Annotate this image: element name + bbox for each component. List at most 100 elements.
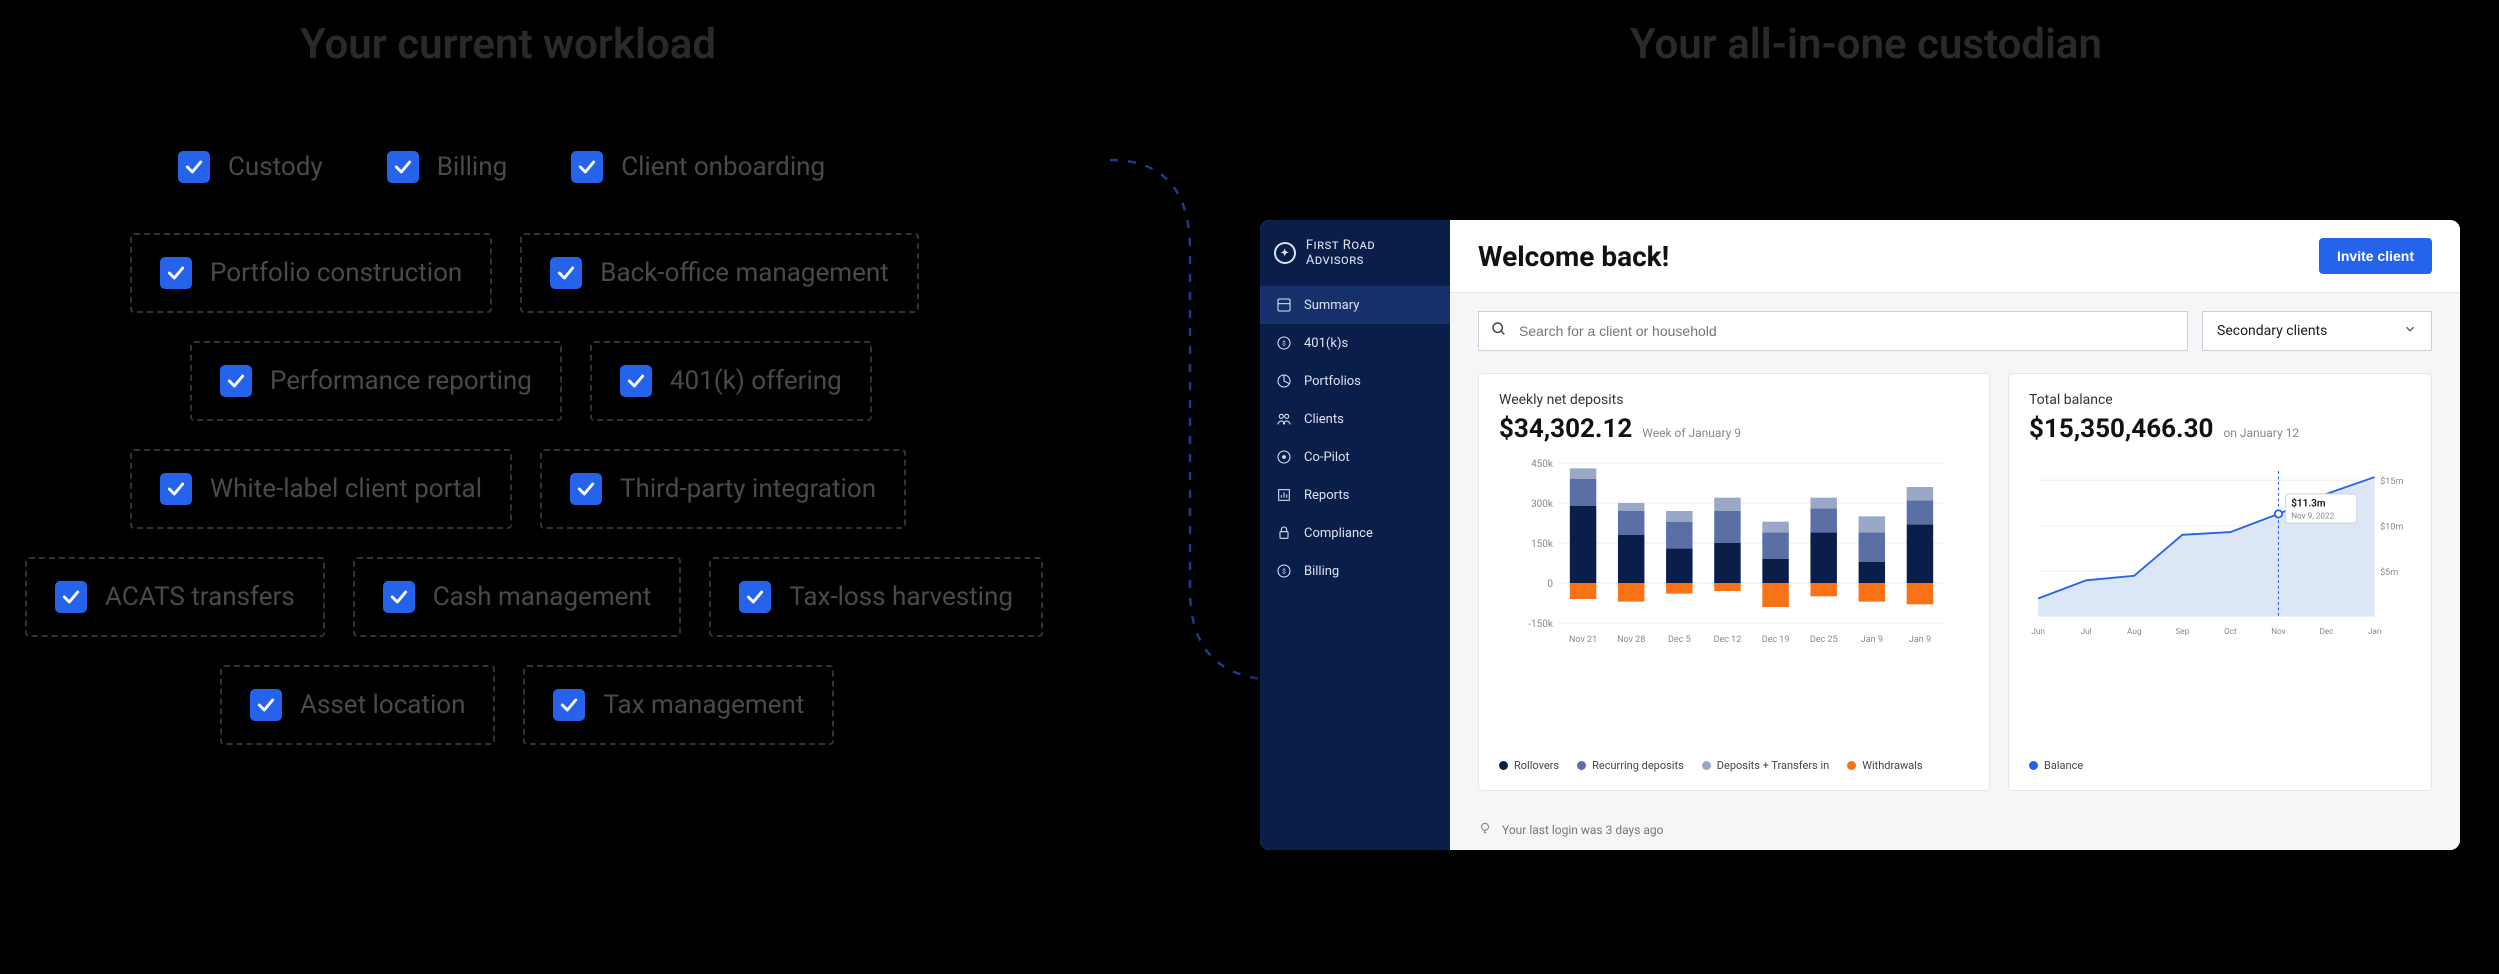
legend-item: Rollovers <box>1499 759 1559 772</box>
legend-item: Withdrawals <box>1847 759 1922 772</box>
sidebar-item-copilot[interactable]: Co-Pilot <box>1260 438 1450 476</box>
svg-text:Dec 19: Dec 19 <box>1762 635 1790 645</box>
copilot-icon <box>1276 449 1292 465</box>
checkbox-icon <box>550 257 582 289</box>
search-input[interactable] <box>1517 322 2175 340</box>
svg-text:$: $ <box>1282 568 1286 576</box>
billing-icon: $ <box>1276 563 1292 579</box>
svg-text:0: 0 <box>1547 579 1553 590</box>
sidebar-item-clients[interactable]: Clients <box>1260 400 1450 438</box>
workload-tag-label: Asset location <box>300 690 465 720</box>
workload-tag: Client onboarding <box>553 129 843 205</box>
dashboard-sidebar: ✦ First Road Advisors Summary $401(k)s Por… <box>1260 220 1450 850</box>
checkbox-icon <box>178 151 210 183</box>
workload-tag: Asset location <box>220 665 495 745</box>
svg-text:Nov 28: Nov 28 <box>1617 635 1645 645</box>
svg-text:Aug: Aug <box>2127 626 2142 636</box>
workload-tag: Back-office management <box>520 233 918 313</box>
balance-line-chart: $15m$10m$5mJunJulAugSepOctNovDecJan$11.3… <box>2029 458 2411 648</box>
checkbox-icon <box>220 365 252 397</box>
balance-value: $15,350,466.30 <box>2029 414 2213 444</box>
dashboard-mock: ✦ First Road Advisors Summary $401(k)s Por… <box>1260 220 2460 850</box>
svg-text:450k: 450k <box>1531 459 1554 470</box>
workload-tag-label: Third-party integration <box>620 474 876 504</box>
workload-tag: Billing <box>369 129 525 205</box>
sidebar-item-401k[interactable]: $401(k)s <box>1260 324 1450 362</box>
bulb-icon <box>1478 821 1492 838</box>
sidebar-item-label: Billing <box>1304 564 1339 579</box>
legend-dot <box>1847 761 1856 770</box>
legend-label: Recurring deposits <box>1592 759 1684 772</box>
sidebar-item-label: Summary <box>1304 298 1359 313</box>
workload-tag: Tax-loss harvesting <box>709 557 1043 637</box>
workload-tag-label: Tax-loss harvesting <box>789 582 1013 612</box>
svg-text:Dec 25: Dec 25 <box>1810 635 1838 645</box>
checkbox-icon <box>571 151 603 183</box>
svg-text:$10m: $10m <box>2380 521 2403 532</box>
checkbox-icon <box>383 581 415 613</box>
checkbox-icon <box>55 581 87 613</box>
sidebar-item-label: Co-Pilot <box>1304 450 1350 465</box>
legend-dot <box>2029 761 2038 770</box>
sidebar-item-portfolios[interactable]: Portfolios <box>1260 362 1450 400</box>
svg-text:300k: 300k <box>1531 499 1554 510</box>
workload-tag: Custody <box>160 129 341 205</box>
svg-text:$: $ <box>1282 340 1286 348</box>
svg-text:Jan: Jan <box>2368 626 2381 636</box>
svg-text:Dec 5: Dec 5 <box>1668 635 1691 645</box>
legend-label: Withdrawals <box>1862 759 1922 772</box>
dashboard-main: Welcome back! Invite client Secondary cl… <box>1450 220 2460 850</box>
svg-text:Oct: Oct <box>2224 626 2237 636</box>
401k-icon: $ <box>1276 335 1292 351</box>
balance-title: Total balance <box>2029 392 2411 408</box>
sidebar-item-compliance[interactable]: Compliance <box>1260 514 1450 552</box>
checkbox-icon <box>250 689 282 721</box>
sidebar-item-label: Compliance <box>1304 526 1373 541</box>
svg-text:Jun: Jun <box>2031 626 2045 636</box>
summary-icon <box>1276 297 1292 313</box>
sidebar-item-label: Portfolios <box>1304 374 1361 389</box>
client-filter-dropdown[interactable]: Secondary clients <box>2202 311 2432 351</box>
workload-tag: 401(k) offering <box>590 341 872 421</box>
svg-text:Jan 9: Jan 9 <box>1909 635 1931 645</box>
legend-label: Deposits + Transfers in <box>1717 759 1829 772</box>
dropdown-selected: Secondary clients <box>2217 323 2327 339</box>
sidebar-item-reports[interactable]: Reports <box>1260 476 1450 514</box>
workload-tag-label: Tax management <box>603 690 804 720</box>
legend-dot <box>1499 761 1508 770</box>
workload-tag-label: Client onboarding <box>621 152 825 182</box>
svg-text:Sep: Sep <box>2175 626 2189 636</box>
workload-tag: ACATS transfers <box>25 557 325 637</box>
legend-item: Recurring deposits <box>1577 759 1684 772</box>
checkbox-icon <box>387 151 419 183</box>
workload-tag-grid: CustodyBillingClient onboardingPortfolio… <box>20 129 1220 745</box>
sidebar-item-label: Reports <box>1304 488 1349 503</box>
legend-label: Balance <box>2044 759 2083 772</box>
svg-text:$15m: $15m <box>2380 476 2403 487</box>
sidebar-item-label: Clients <box>1304 412 1344 427</box>
workload-tag: Cash management <box>353 557 682 637</box>
balance-sub: on January 12 <box>2223 426 2299 440</box>
workload-tag: Performance reporting <box>190 341 562 421</box>
search-input-container[interactable] <box>1478 311 2188 351</box>
svg-text:$5m: $5m <box>2380 567 2398 578</box>
workload-tag-label: 401(k) offering <box>670 366 842 396</box>
workload-tag-label: Back-office management <box>600 258 888 288</box>
workload-tag: White-label client portal <box>130 449 512 529</box>
svg-text:Jul: Jul <box>2081 626 2092 636</box>
svg-text:Jan 9: Jan 9 <box>1861 635 1883 645</box>
sidebar-item-summary[interactable]: Summary <box>1260 286 1450 324</box>
checkbox-icon <box>739 581 771 613</box>
legend-label: Rollovers <box>1514 759 1559 772</box>
legend-dot <box>1577 761 1586 770</box>
sidebar-item-billing[interactable]: $ Billing <box>1260 552 1450 590</box>
invite-client-button[interactable]: Invite client <box>2319 238 2432 274</box>
clients-icon <box>1276 411 1292 427</box>
right-heading: Your all-in-one custodian <box>1280 20 2499 69</box>
svg-text:$11.3m: $11.3m <box>2291 497 2326 510</box>
workload-tag-label: White-label client portal <box>210 474 482 504</box>
deposits-sub: Week of January 9 <box>1642 426 1741 440</box>
last-login-note: Your last login was 3 days ago <box>1450 809 2460 850</box>
legend-dot <box>1702 761 1711 770</box>
brand: ✦ First Road Advisors <box>1260 220 1450 286</box>
